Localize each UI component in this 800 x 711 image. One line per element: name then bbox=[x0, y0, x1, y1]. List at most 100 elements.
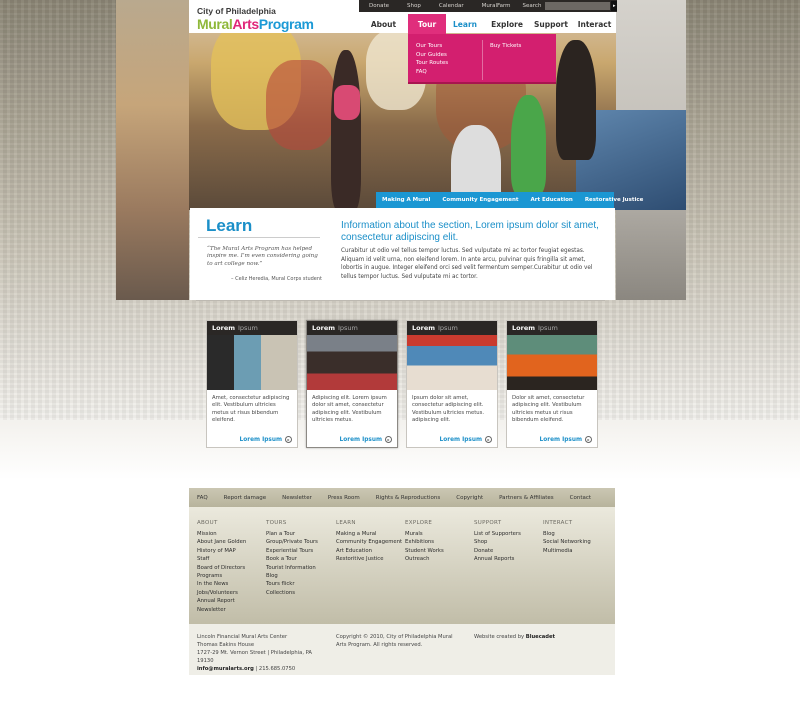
arrow-circle-icon: ▸ bbox=[285, 436, 292, 443]
card-link[interactable]: Lorem Ipsum ▸ bbox=[240, 436, 292, 443]
logo-word-mural: Mural bbox=[197, 16, 233, 32]
search-input[interactable] bbox=[545, 2, 611, 10]
card-link-label: Lorem Ipsum bbox=[339, 436, 382, 443]
footer-link[interactable]: List of Supporters bbox=[474, 530, 521, 538]
footer-link[interactable]: Plan a Tour bbox=[266, 530, 318, 538]
arrow-right-icon: ▸ bbox=[612, 3, 616, 9]
footer-column-explore: EXPLORE Murals Exhibitions Student Works… bbox=[405, 520, 444, 564]
footer-link[interactable]: Tourist Information bbox=[266, 564, 318, 572]
credit-link[interactable]: Bluecadet bbox=[526, 634, 555, 640]
footer-link[interactable]: Making a Mural bbox=[336, 530, 402, 538]
feature-card[interactable]: Lorem Ipsum Adipiscing elit. Lorem ipsum … bbox=[306, 320, 398, 448]
footer-column-heading: LEARN bbox=[336, 520, 356, 526]
footer-column-heading: EXPLORE bbox=[405, 520, 433, 526]
search-submit-button[interactable]: ▸ bbox=[611, 1, 617, 11]
dropdown-item-faq[interactable]: FAQ bbox=[416, 68, 448, 77]
footer-link-newsletter[interactable]: Newsletter bbox=[274, 495, 320, 501]
footer-link[interactable]: Art Education bbox=[336, 547, 402, 555]
footer-link[interactable]: Donate bbox=[474, 547, 521, 555]
feature-card[interactable]: Lorem Ipsum Amet, consectetur adipiscing … bbox=[206, 320, 298, 448]
footer-link[interactable]: Outreach bbox=[405, 555, 444, 563]
utility-link-muralfarm[interactable]: MuralFarm bbox=[472, 3, 519, 9]
card-link[interactable]: Lorem Ipsum ▸ bbox=[340, 436, 392, 443]
footer-link[interactable]: Staff bbox=[197, 555, 246, 563]
card-header: Lorem Ipsum bbox=[407, 321, 497, 335]
dropdown-item-our-guides[interactable]: Our Guides bbox=[416, 51, 448, 60]
footer-link-report-damage[interactable]: Report damage bbox=[216, 495, 274, 501]
dropdown-item-tour-routes[interactable]: Tour Routes bbox=[416, 59, 448, 68]
nav-support[interactable]: Support bbox=[530, 14, 572, 34]
subnav-art-education[interactable]: Art Education bbox=[525, 197, 579, 203]
footer-link[interactable]: Blog bbox=[266, 572, 318, 580]
site-logo[interactable]: City of Philadelphia MuralArtsProgram bbox=[197, 7, 357, 33]
footer-link[interactable]: Blog bbox=[543, 530, 591, 538]
card-link[interactable]: Lorem Ipsum ▸ bbox=[540, 436, 592, 443]
nav-interact[interactable]: Interact bbox=[572, 14, 617, 34]
email-link[interactable]: info@muralarts.org bbox=[197, 666, 254, 672]
card-title-secondary: Ipsum bbox=[238, 324, 258, 332]
person-painter-3 bbox=[511, 95, 546, 195]
arrow-circle-icon: ▸ bbox=[585, 436, 592, 443]
utility-link-donate[interactable]: Donate bbox=[359, 3, 397, 9]
subnav-restorative-justice[interactable]: Restorative Justice bbox=[579, 197, 650, 203]
footer-link[interactable]: Exhibitions bbox=[405, 538, 444, 546]
footer-link[interactable]: In the News bbox=[197, 580, 246, 588]
card-title-secondary: Ipsum bbox=[538, 324, 558, 332]
footer-link[interactable]: Experiential Tours bbox=[266, 547, 318, 555]
arrow-circle-icon: ▸ bbox=[385, 436, 392, 443]
footer-link-faq[interactable]: FAQ bbox=[189, 495, 216, 501]
footer-column-heading: ABOUT bbox=[197, 520, 218, 526]
footer-link[interactable]: Multimedia bbox=[543, 547, 591, 555]
footer-link[interactable]: Book a Tour bbox=[266, 555, 318, 563]
logo-word-arts: Arts bbox=[232, 16, 259, 32]
footer-link[interactable]: Community Engagement bbox=[336, 538, 402, 546]
footer-column-heading: SUPPORT bbox=[474, 520, 502, 526]
footer-link[interactable]: Collections bbox=[266, 589, 318, 597]
footer-link-copyright[interactable]: Copyright bbox=[448, 495, 491, 501]
footer-credit: Website created by Bluecadet bbox=[474, 633, 604, 641]
nav-learn[interactable]: Learn bbox=[446, 14, 484, 34]
dropdown-column-1: Our Tours Our Guides Tour Routes FAQ bbox=[416, 42, 448, 77]
footer-link[interactable]: Programs bbox=[197, 572, 246, 580]
footer-link[interactable]: History of MAP bbox=[197, 547, 246, 555]
card-header: Lorem Ipsum bbox=[207, 321, 297, 335]
footer-link-press-room[interactable]: Press Room bbox=[320, 495, 368, 501]
subnav-making-a-mural[interactable]: Making A Mural bbox=[376, 197, 436, 203]
footer-link[interactable]: Tours flickr bbox=[266, 580, 318, 588]
utility-link-shop[interactable]: Shop bbox=[397, 3, 429, 9]
footer-link[interactable]: Annual Report bbox=[197, 597, 246, 605]
footer-link[interactable]: Jobs/Volunteers bbox=[197, 589, 246, 597]
nav-explore[interactable]: Explore bbox=[484, 14, 530, 34]
footer-link[interactable]: Mission bbox=[197, 530, 246, 538]
footer-link[interactable]: Newsletter bbox=[197, 606, 246, 614]
card-link[interactable]: Lorem Ipsum ▸ bbox=[440, 436, 492, 443]
card-title-secondary: Ipsum bbox=[338, 324, 358, 332]
footer-link[interactable]: Shop bbox=[474, 538, 521, 546]
footer-link[interactable]: About Jane Golden bbox=[197, 538, 246, 546]
footer-link[interactable]: Social Networking bbox=[543, 538, 591, 546]
footer-link-partners[interactable]: Partners & Affiliates bbox=[491, 495, 562, 501]
section-body-text: Curabitur ut odio vel tellus tempor luct… bbox=[341, 248, 593, 280]
nav-tour[interactable]: Tour bbox=[408, 14, 446, 34]
footer-link[interactable]: Annual Reports bbox=[474, 555, 521, 563]
utility-link-calendar[interactable]: Calendar bbox=[429, 3, 472, 9]
subnav-community-engagement[interactable]: Community Engagement bbox=[436, 197, 524, 203]
logo-org: City of Philadelphia bbox=[197, 6, 276, 16]
dropdown-item-our-tours[interactable]: Our Tours bbox=[416, 42, 448, 51]
card-title: Lorem bbox=[212, 324, 235, 332]
footer-link[interactable]: Restoritive Justice bbox=[336, 555, 402, 563]
footer-link[interactable]: Murals bbox=[405, 530, 444, 538]
feature-card[interactable]: Lorem Ipsum Dolor sit amet, consectetur a… bbox=[506, 320, 598, 448]
feature-card[interactable]: Lorem Ipsum Ipsum dolor sit amet, consect… bbox=[406, 320, 498, 448]
dropdown-item-buy-tickets[interactable]: Buy Tickets bbox=[490, 42, 521, 51]
nav-about[interactable]: About bbox=[359, 14, 408, 34]
credit-prefix: Website created by bbox=[474, 634, 526, 640]
footer-link-rights[interactable]: Rights & Reproductions bbox=[368, 495, 449, 501]
arrow-circle-icon: ▸ bbox=[485, 436, 492, 443]
footer-link[interactable]: Board of Directors bbox=[197, 564, 246, 572]
footer-link[interactable]: Student Works bbox=[405, 547, 444, 555]
dropdown-divider bbox=[482, 40, 483, 80]
footer-link[interactable]: Group/Private Tours bbox=[266, 538, 318, 546]
logo-word-program: Program bbox=[258, 16, 314, 32]
footer-link-contact[interactable]: Contact bbox=[562, 495, 599, 501]
